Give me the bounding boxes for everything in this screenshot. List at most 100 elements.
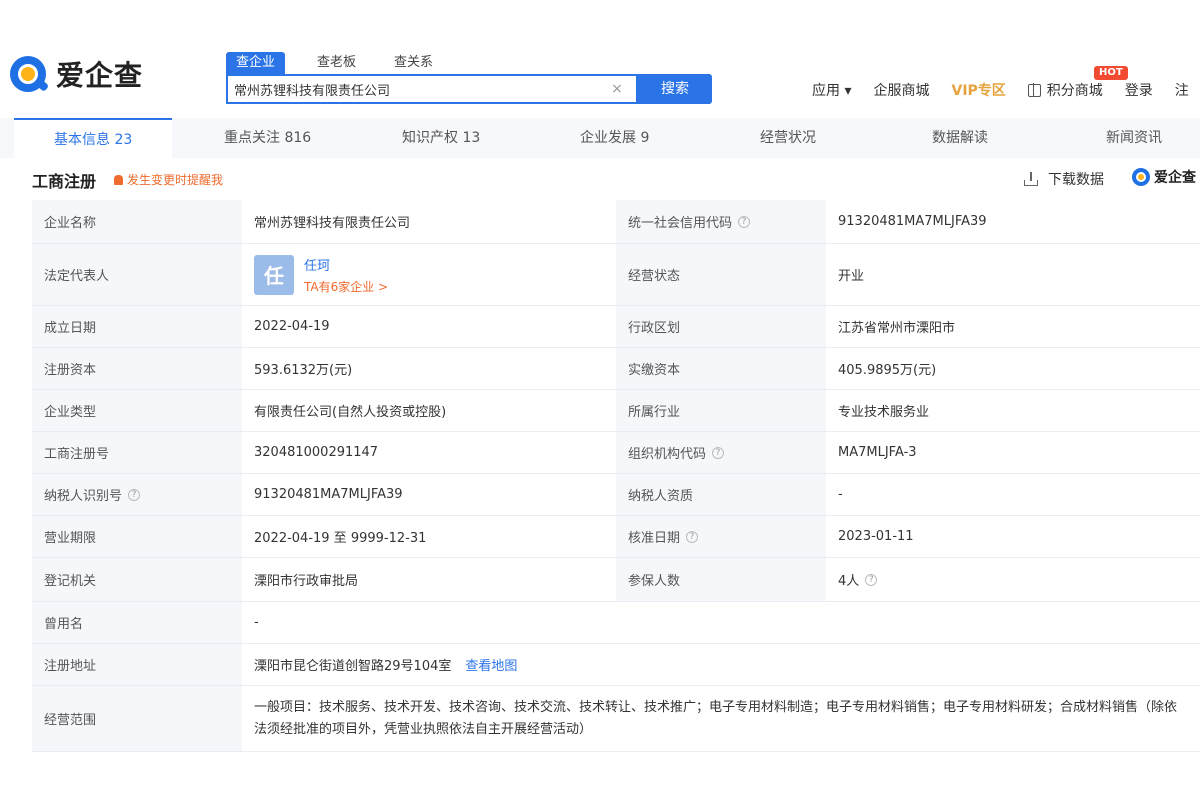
term-label: 营业期限 <box>32 516 242 557</box>
credit-code-value: 91320481MA7MLJFA39 <box>826 200 1200 243</box>
scope-value: 一般项目：技术服务、技术开发、技术咨询、技术交流、技术转让、技术推广；电子专用材… <box>242 686 1200 751</box>
tab-key-attention[interactable]: 重点关注 816 <box>224 118 311 158</box>
table-row: 登记机关 溧阳市行政审批局 参保人数 4人 ? <box>32 558 1200 602</box>
address-label: 注册地址 <box>32 644 242 685</box>
table-row: 企业类型 有限责任公司(自然人投资或控股) 所属行业 专业技术服务业 <box>32 390 1200 432</box>
logo-text: 爱企查 <box>56 59 144 92</box>
nav-service-mall[interactable]: 企服商城 <box>873 80 929 100</box>
credit-code-label-text: 统一社会信用代码 <box>628 216 733 231</box>
org-code-label-text: 组织机构代码 <box>628 447 707 462</box>
nav-points-mall[interactable]: 积分商城 <box>1027 80 1103 100</box>
industry-value: 专业技术服务业 <box>826 390 1200 431</box>
table-row: 注册资本 593.6132万(元) 实缴资本 405.9895万(元) <box>32 348 1200 390</box>
approval-date-value: 2023-01-11 <box>826 516 1200 557</box>
nav-vip[interactable]: VIP专区 <box>951 80 1005 100</box>
gift-icon <box>1027 82 1041 97</box>
company-name-label: 企业名称 <box>32 200 242 243</box>
change-notice-label: 发生变更时提醒我 <box>127 173 224 187</box>
legal-rep-companies-link[interactable]: TA有6家企业 > <box>304 278 388 295</box>
tab-operation[interactable]: 经营状况 <box>760 118 816 158</box>
help-icon[interactable]: ? <box>712 446 725 459</box>
status-label: 经营状态 <box>616 244 826 305</box>
reg-capital-value: 593.6132万(元) <box>242 348 616 389</box>
paid-capital-label: 实缴资本 <box>616 348 826 389</box>
table-row: 成立日期 2022-04-19 行政区划 江苏省常州市溧阳市 <box>32 306 1200 348</box>
tab-news[interactable]: 新闻资讯 <box>1106 118 1162 158</box>
download-button[interactable]: 下载数据 <box>1024 169 1104 189</box>
tab-development[interactable]: 企业发展 9 <box>580 118 649 158</box>
taxpayer-qual-value: - <box>826 474 1200 515</box>
tab-basic-info[interactable]: 基本信息 23 <box>14 118 173 158</box>
help-icon[interactable]: ? <box>686 530 699 543</box>
authority-label: 登记机关 <box>32 558 242 601</box>
bell-icon <box>114 174 123 185</box>
insured-count: 4人 <box>838 574 860 589</box>
search-box: × <box>226 74 638 104</box>
download-label: 下载数据 <box>1048 172 1104 188</box>
table-row: 企业名称 常州苏锂科技有限责任公司 统一社会信用代码 ? 91320481MA7… <box>32 200 1200 244</box>
taxpayer-id-value: 91320481MA7MLJFA39 <box>242 474 616 515</box>
insured-value: 4人 ? <box>826 558 1200 601</box>
legal-rep-name[interactable]: 任珂 <box>304 255 388 274</box>
former-name-label: 曾用名 <box>32 602 242 643</box>
nav-points-label: 积分商城 <box>1046 83 1103 99</box>
search-input[interactable] <box>228 76 598 102</box>
avatar[interactable]: 任 <box>254 254 294 295</box>
aiqicha-logo-icon <box>1132 168 1150 186</box>
paid-capital-value: 405.9895万(元) <box>826 348 1200 389</box>
help-icon[interactable]: ? <box>738 215 751 228</box>
company-type-label: 企业类型 <box>32 390 242 431</box>
hot-badge: HOT <box>1094 66 1128 80</box>
term-value: 2022-04-19 至 9999-12-31 <box>242 516 616 557</box>
change-notice[interactable]: 发生变更时提醒我 <box>114 171 223 188</box>
site-logo[interactable]: 爱企查 <box>8 52 143 96</box>
tab-search-company[interactable]: 查企业 <box>226 52 286 74</box>
aiqicha-label: 爱企查 <box>1154 170 1196 186</box>
legal-rep-value: 任 任珂 TA有6家企业 > <box>242 244 616 305</box>
tab-search-relation[interactable]: 查关系 <box>384 52 443 74</box>
logo-icon <box>8 53 50 95</box>
address-value: 溧阳市昆仑街道创智路29号104室 查看地图 <box>242 644 1200 685</box>
clear-icon[interactable]: × <box>606 78 628 100</box>
reg-no-value: 320481000291147 <box>242 432 616 473</box>
taxpayer-id-label-text: 纳税人识别号 <box>44 489 123 504</box>
region-label: 行政区划 <box>616 306 826 347</box>
table-row: 注册地址 溧阳市昆仑街道创智路29号104室 查看地图 <box>32 644 1200 686</box>
nav-login[interactable]: 登录 <box>1125 80 1153 100</box>
table-row: 经营范围 一般项目：技术服务、技术开发、技术咨询、技术交流、技术转让、技术推广；… <box>32 686 1200 752</box>
top-nav: 应用 ▾ 企服商城 VIP专区 积分商城 登录 注 <box>812 80 1200 100</box>
org-code-label: 组织机构代码 ? <box>616 432 826 473</box>
founded-label: 成立日期 <box>32 306 242 347</box>
help-icon[interactable]: ? <box>865 573 878 586</box>
status-value: 开业 <box>826 244 1200 305</box>
legal-rep-label: 法定代表人 <box>32 244 242 305</box>
search-type-tabs: 查企业 查老板 查关系 <box>226 52 461 74</box>
nav-register[interactable]: 注 <box>1175 80 1189 100</box>
company-name-value: 常州苏锂科技有限责任公司 <box>242 200 616 243</box>
help-icon[interactable]: ? <box>128 488 141 501</box>
org-code-value: MA7MLJFA-3 <box>826 432 1200 473</box>
top-header: 爱企查 查企业 查老板 查关系 × 搜索 应用 ▾ 企服商城 VIP专区 积分商… <box>0 0 1200 118</box>
search-button[interactable]: 搜索 <box>638 74 712 104</box>
aiqicha-link[interactable]: 爱企查 <box>1132 167 1196 187</box>
table-row: 曾用名 - <box>32 602 1200 644</box>
table-row: 法定代表人 任 任珂 TA有6家企业 > 经营状态 开业 <box>32 244 1200 306</box>
approval-date-label: 核准日期 ? <box>616 516 826 557</box>
founded-value: 2022-04-19 <box>242 306 616 347</box>
company-type-value: 有限责任公司(自然人投资或控股) <box>242 390 616 431</box>
reg-capital-label: 注册资本 <box>32 348 242 389</box>
tab-ip[interactable]: 知识产权 13 <box>402 118 480 158</box>
credit-code-label: 统一社会信用代码 ? <box>616 200 826 243</box>
table-row: 纳税人识别号 ? 91320481MA7MLJFA39 纳税人资质 - <box>32 474 1200 516</box>
address-text: 溧阳市昆仑街道创智路29号104室 <box>254 659 452 674</box>
authority-value: 溧阳市行政审批局 <box>242 558 616 601</box>
tab-search-boss[interactable]: 查老板 <box>307 52 366 74</box>
former-name-value: - <box>242 602 1200 643</box>
view-map-link[interactable]: 查看地图 <box>465 655 517 674</box>
download-icon <box>1024 172 1038 186</box>
nav-apps[interactable]: 应用 ▾ <box>812 80 851 100</box>
detail-tabbar: 基本信息 23 重点关注 816 知识产权 13 企业发展 9 经营状况 数据解… <box>0 118 1200 158</box>
taxpayer-qual-label: 纳税人资质 <box>616 474 826 515</box>
tab-data-analysis[interactable]: 数据解读 <box>932 118 988 158</box>
reg-no-label: 工商注册号 <box>32 432 242 473</box>
